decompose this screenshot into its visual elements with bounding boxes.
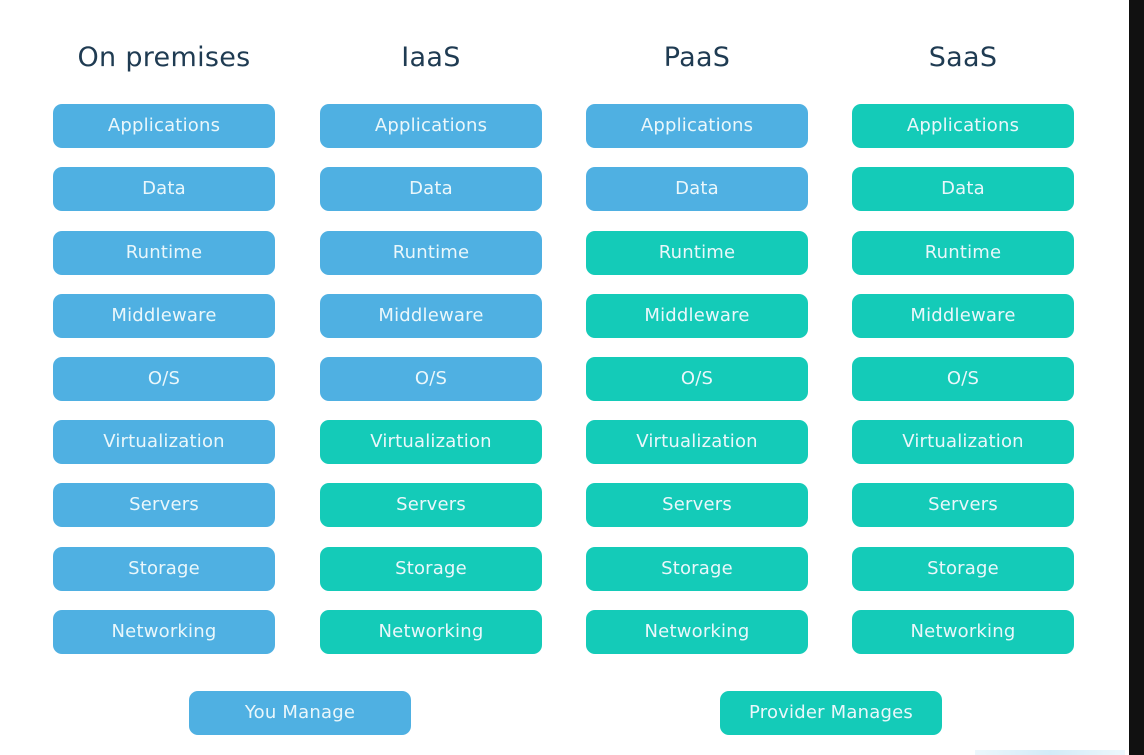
layer-o-s-paas: O/S xyxy=(586,357,808,401)
layer-servers-saas: Servers xyxy=(852,483,1074,527)
layer-applications-iaas: Applications xyxy=(320,104,542,148)
layer-storage-paas: Storage xyxy=(586,547,808,591)
cloud-service-models-diagram: On premises IaaS PaaS SaaS Applications A… xyxy=(0,0,1129,755)
layer-runtime-iaas: Runtime xyxy=(320,231,542,275)
column-header-on-premises: On premises xyxy=(77,42,251,73)
layer-networking-saas: Networking xyxy=(852,610,1074,654)
layer-storage-iaas: Storage xyxy=(320,547,542,591)
layer-runtime-on-premises: Runtime xyxy=(53,231,275,275)
layer-data-iaas: Data xyxy=(320,167,542,211)
window-edge xyxy=(1129,0,1144,755)
layer-o-s-iaas: O/S xyxy=(320,357,542,401)
legend-provider-manages: Provider Manages xyxy=(720,691,942,735)
layer-virtualization-iaas: Virtualization xyxy=(320,420,542,464)
layer-networking-iaas: Networking xyxy=(320,610,542,654)
layer-runtime-saas: Runtime xyxy=(852,231,1074,275)
cropped-footer-text xyxy=(975,750,1125,755)
layer-middleware-iaas: Middleware xyxy=(320,294,542,338)
layer-middleware-paas: Middleware xyxy=(586,294,808,338)
layer-middleware-saas: Middleware xyxy=(852,294,1074,338)
legend-you-manage: You Manage xyxy=(189,691,411,735)
layer-data-paas: Data xyxy=(586,167,808,211)
layer-data-saas: Data xyxy=(852,167,1074,211)
layer-servers-iaas: Servers xyxy=(320,483,542,527)
layer-applications-saas: Applications xyxy=(852,104,1074,148)
layer-servers-on-premises: Servers xyxy=(53,483,275,527)
layer-o-s-on-premises: O/S xyxy=(53,357,275,401)
layer-o-s-saas: O/S xyxy=(852,357,1074,401)
layer-storage-on-premises: Storage xyxy=(53,547,275,591)
layer-virtualization-paas: Virtualization xyxy=(586,420,808,464)
layer-applications-paas: Applications xyxy=(586,104,808,148)
layer-networking-paas: Networking xyxy=(586,610,808,654)
layer-middleware-on-premises: Middleware xyxy=(53,294,275,338)
layer-applications-on-premises: Applications xyxy=(53,104,275,148)
column-header-paas: PaaS xyxy=(663,42,731,73)
column-header-iaas: IaaS xyxy=(401,42,461,73)
layer-storage-saas: Storage xyxy=(852,547,1074,591)
layer-runtime-paas: Runtime xyxy=(586,231,808,275)
column-header-saas: SaaS xyxy=(928,42,998,73)
layer-servers-paas: Servers xyxy=(586,483,808,527)
layer-virtualization-on-premises: Virtualization xyxy=(53,420,275,464)
layer-networking-on-premises: Networking xyxy=(53,610,275,654)
layer-data-on-premises: Data xyxy=(53,167,275,211)
layer-virtualization-saas: Virtualization xyxy=(852,420,1074,464)
